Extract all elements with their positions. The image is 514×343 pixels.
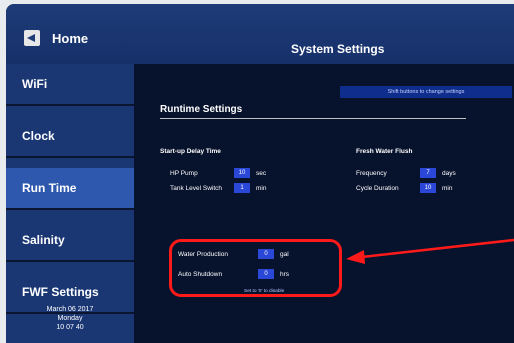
setting-label: Auto Shutdown [178,270,223,278]
home-button[interactable]: Home [24,30,88,46]
frequency-row: Frequency 7 days [356,168,456,178]
water-production-input[interactable]: 0 [258,249,274,259]
unit-label: days [442,169,456,177]
setting-label: Water Production [178,250,228,258]
setting-label: Cycle Duration [356,184,399,192]
unit-label: gal [280,250,289,258]
auto-shutdown-input[interactable]: 0 [258,269,274,279]
water-production-row: Water Production 0 gal [178,249,289,259]
clock-display: March 06 2017 Monday 10 07 40 [14,305,126,332]
clock-time: 10 07 40 [56,324,84,331]
disable-note: Set to '0' to disable [244,289,285,294]
home-label: Home [52,30,89,46]
unit-label: min [442,184,453,192]
unit-label: hrs [280,270,290,278]
setting-label: Tank Level Switch [170,184,223,192]
section-title: Runtime Settings [160,104,243,115]
hp-pump-input[interactable]: 10 [234,168,250,178]
touchscreen: Home System Settings WiFi Clock Run Time… [6,4,514,343]
back-arrow-icon [24,30,40,46]
fresh-water-heading: Fresh Water Flush [356,148,413,155]
sidebar-item-run-time[interactable]: Run Time [6,168,134,210]
sidebar-item-wifi[interactable]: WiFi [6,64,134,106]
frequency-input[interactable]: 7 [420,168,436,178]
clock-date: March 06 2017 [46,306,94,313]
sidebar: WiFi Clock Run Time Salinity FWF Setting… [6,64,134,343]
clock-day: Monday [57,315,83,322]
instruction-banner: Shift buttons to change settings [340,86,512,98]
setting-label: HP Pump [170,169,198,177]
cycle-duration-input[interactable]: 10 [420,183,436,193]
hp-pump-row: HP Pump 10 sec [170,168,266,178]
unit-label: min [256,184,267,192]
auto-shutdown-row: Auto Shutdown 0 hrs [178,269,289,279]
cycle-duration-row: Cycle Duration 10 min [356,183,452,193]
unit-label: sec [256,169,267,177]
settings-panel: Shift buttons to change settings Runtime… [134,64,514,343]
tank-level-input[interactable]: 1 [234,183,250,193]
startup-delay-heading: Start-up Delay Time [160,148,221,155]
page-title: System Settings [291,42,385,56]
sidebar-item-clock[interactable]: Clock [6,116,134,158]
top-bar: Home System Settings [6,4,514,64]
tank-level-row: Tank Level Switch 1 min [170,183,266,193]
setting-label: Frequency [356,169,387,177]
section-divider [160,118,466,119]
sidebar-item-salinity[interactable]: Salinity [6,220,134,262]
